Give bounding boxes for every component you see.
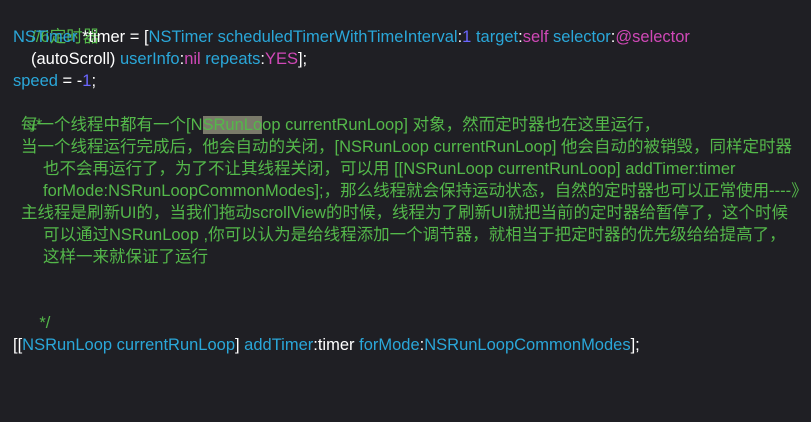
formode-token: forMode [359, 336, 420, 354]
speed-var: speed [13, 72, 58, 90]
yes-keyword: YES [264, 50, 298, 68]
type-token: NSTimer [13, 28, 78, 46]
code-line-1: //6定时器 [13, 4, 811, 46]
number-token: 1 [462, 28, 472, 46]
comment-block: 每一个线程中都有一个[NSRunLoop currentRunLoop] 对象，… [13, 114, 808, 268]
statement-end: ]; [630, 336, 640, 354]
bracket-close: ] [235, 336, 245, 354]
comment-text: op currentRunLoop] 对象，然而定时器也在这里运行， [262, 116, 661, 134]
statement-end: ]; [297, 50, 308, 68]
selector-token: selector [553, 28, 611, 46]
semicolon: ; [91, 72, 97, 90]
code-line-2: NSTimer *timer = [NSTimer scheduledTimer… [13, 26, 811, 48]
class-token: NSTimer [148, 28, 214, 46]
selector-arg: (autoScroll) [31, 50, 116, 68]
code-line-last: [[NSRunLoop currentRunLoop] addTimer:tim… [13, 334, 811, 356]
target-token: target [475, 28, 519, 46]
comment-paragraph-3: 主线程是刷新UI的，当我们拖动scrollView的时候，线程为了刷新UI就把当… [21, 204, 788, 266]
assign-op: = - [57, 72, 83, 90]
code-line-5: /* [13, 92, 811, 134]
repeats-token: repeats [205, 50, 261, 68]
class-token: NSRunLoop [22, 336, 113, 354]
decl-token: *timer = [ [77, 28, 149, 46]
code-editor[interactable]: //6定时器 NSTimer *timer = [NSTimer schedul… [0, 0, 811, 422]
method-token: currentRunLoop [116, 336, 235, 354]
nil-keyword: nil [184, 50, 201, 68]
addtimer-token: addTimer [244, 336, 314, 354]
comment-paragraph-1: 每一个线程中都有一个[NSRunLoop currentRunLoop] 对象，… [21, 114, 801, 136]
mode-constant: NSRunLoopCommonModes [424, 336, 631, 354]
code-line-4: speed = -1; [13, 70, 811, 92]
self-keyword: self [522, 28, 549, 46]
method-token: scheduledTimerWithTimeInterval [217, 28, 458, 46]
code-line-3: (autoScroll) userInfo:nil repeats:YES]; [13, 48, 811, 70]
userinfo-token: userInfo [119, 50, 180, 68]
bracket-open: [[ [13, 336, 23, 354]
code-line-comment-close: */ [13, 290, 811, 332]
at-selector-keyword: @selector [615, 28, 690, 46]
comment-text: 每一个线程中都有一个[N [21, 116, 203, 134]
search-highlight: SRunLo [202, 116, 263, 134]
comment-close: */ [39, 314, 51, 332]
timer-arg: timer [317, 336, 355, 354]
comment-paragraph-2: 当一个线程运行完成后，他会自动的关闭，[NSRunLoop currentRun… [21, 138, 808, 200]
